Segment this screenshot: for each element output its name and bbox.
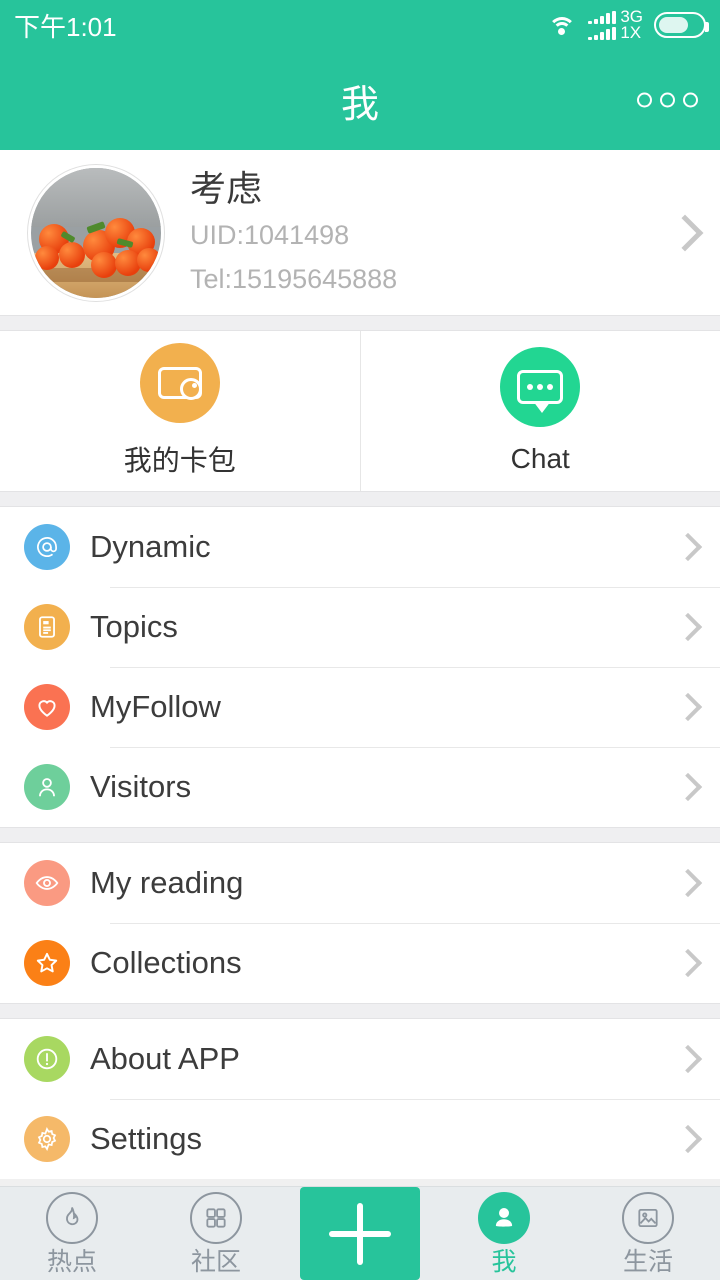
list-item-about-app[interactable]: About APP	[0, 1019, 720, 1099]
tab-label: 社区	[190, 1247, 241, 1276]
chevron-right-icon	[673, 1044, 703, 1074]
tab-life[interactable]: 生活	[576, 1187, 720, 1280]
quick-action-chat[interactable]: Chat	[359, 331, 720, 491]
chevron-right-icon	[666, 214, 704, 251]
wallet-icon	[139, 343, 220, 423]
list-item-label: Topics	[90, 609, 178, 644]
tab-hotspot[interactable]: 热点	[0, 1187, 144, 1280]
network-type-bottom: 1X	[620, 23, 642, 42]
section-divider	[0, 491, 720, 507]
chevron-right-icon	[673, 772, 703, 802]
quick-action-label: Chat	[510, 443, 570, 474]
chevron-right-icon	[673, 1124, 703, 1154]
list-item-visitors[interactable]: Visitors	[0, 747, 720, 827]
tab-create[interactable]	[288, 1187, 432, 1280]
status-bar: 下午1:01 3G 1X	[0, 0, 720, 50]
list-item-label: About APP	[90, 1041, 240, 1076]
profile-name: 考虑	[190, 167, 263, 209]
list-item-label: Collections	[90, 945, 242, 980]
chevron-right-icon	[673, 692, 703, 722]
header: 下午1:01 3G 1X 我	[0, 0, 720, 150]
status-time: 下午1:01	[14, 11, 117, 42]
profile-tel: Tel:15195645888	[190, 263, 398, 294]
tab-label: 热点	[46, 1247, 97, 1276]
heart-icon	[24, 684, 70, 730]
grid-icon	[190, 1191, 242, 1244]
avatar[interactable]	[28, 164, 164, 301]
quick-action-wallet[interactable]: 我的卡包	[0, 331, 360, 491]
list-item-myfollow[interactable]: MyFollow	[0, 667, 720, 747]
flame-icon	[46, 1191, 98, 1244]
bottom-tab-bar: 热点 社区 我 生活	[0, 1186, 720, 1280]
star-icon	[24, 940, 70, 986]
list-item-label: Visitors	[90, 769, 192, 804]
chevron-right-icon	[673, 868, 703, 898]
menu-group-social: Dynamic Topics MyFollow Visitors	[0, 507, 720, 827]
quick-actions: 我的卡包 Chat	[0, 331, 720, 491]
list-item-my-reading[interactable]: My reading	[0, 843, 720, 923]
profile-info: 考虑 UID:1041498 Tel:15195645888	[190, 165, 672, 301]
profile-uid: UID:1041498	[190, 219, 350, 250]
status-indicators: 3G 1X	[547, 8, 709, 42]
wifi-icon	[547, 13, 577, 37]
page-title: 我	[340, 83, 379, 126]
list-item-label: Dynamic	[90, 529, 211, 564]
title-bar: 我	[0, 50, 720, 150]
list-item-collections[interactable]: Collections	[0, 923, 720, 1003]
chevron-right-icon	[673, 948, 703, 978]
eye-icon	[24, 860, 70, 906]
tab-me[interactable]: 我	[432, 1187, 576, 1280]
section-divider	[0, 827, 720, 843]
person-icon	[478, 1191, 530, 1244]
tab-label: 我	[491, 1247, 517, 1276]
plus-icon[interactable]	[300, 1187, 420, 1280]
chevron-right-icon	[673, 612, 703, 642]
more-options-icon[interactable]	[637, 92, 698, 108]
profile-card[interactable]: 考虑 UID:1041498 Tel:15195645888	[0, 150, 720, 315]
tab-community[interactable]: 社区	[144, 1187, 288, 1280]
section-divider	[0, 315, 720, 331]
list-item-topics[interactable]: Topics	[0, 587, 720, 667]
menu-group-content: My reading Collections	[0, 843, 720, 1003]
tab-label: 生活	[622, 1247, 673, 1276]
at-sign-icon	[24, 524, 70, 570]
list-item-label: My reading	[90, 865, 244, 900]
battery-icon	[654, 12, 709, 38]
list-item-label: MyFollow	[90, 689, 221, 724]
quick-action-label: 我的卡包	[123, 445, 236, 476]
image-icon	[622, 1191, 674, 1244]
chevron-right-icon	[673, 532, 703, 562]
person-icon	[24, 764, 70, 810]
chat-bubble-icon	[500, 347, 581, 427]
gear-icon	[24, 1116, 70, 1162]
exclamation-circle-icon	[24, 1036, 70, 1082]
document-icon	[24, 604, 70, 650]
menu-group-system: About APP Settings	[0, 1019, 720, 1179]
app-screen: 下午1:01 3G 1X 我 考虑 UID:1041498 Tel:151956…	[0, 0, 720, 1280]
list-item-settings[interactable]: Settings	[0, 1099, 720, 1179]
list-item-label: Settings	[90, 1121, 203, 1156]
signal-strength-icon: 3G 1X	[588, 8, 643, 42]
list-item-dynamic[interactable]: Dynamic	[0, 507, 720, 587]
section-divider	[0, 1003, 720, 1019]
